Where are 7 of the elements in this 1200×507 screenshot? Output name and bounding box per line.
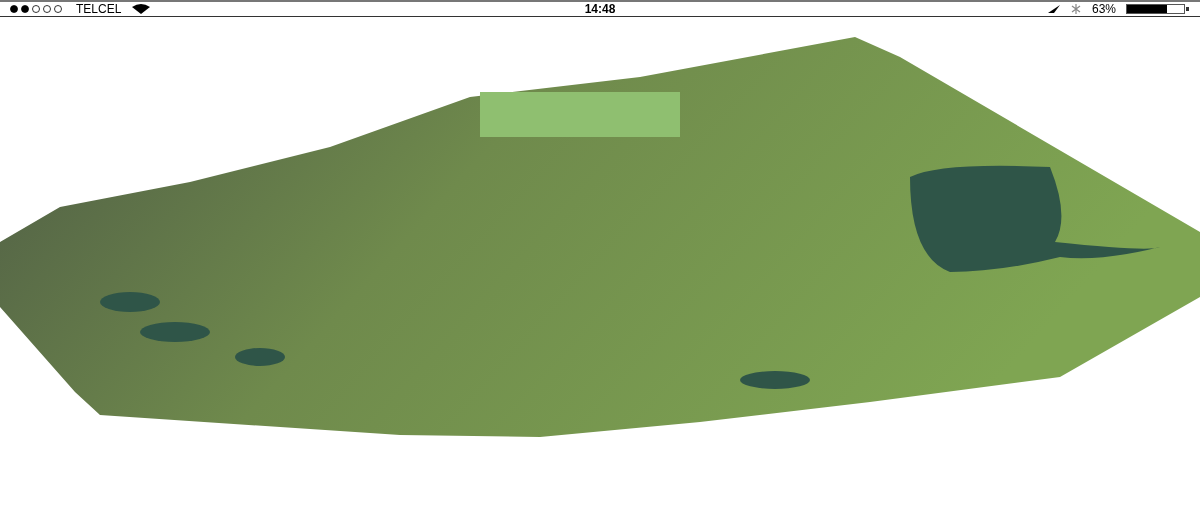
carrier-name: TELCEL: [76, 3, 122, 15]
bluetooth-icon: [1069, 4, 1082, 14]
battery-percentage: 63%: [1091, 3, 1116, 15]
location-arrow-icon: [1047, 4, 1060, 14]
battery-icon: [1126, 4, 1190, 14]
wifi-icon: [131, 4, 152, 14]
clock-time: 14:48: [584, 3, 616, 15]
